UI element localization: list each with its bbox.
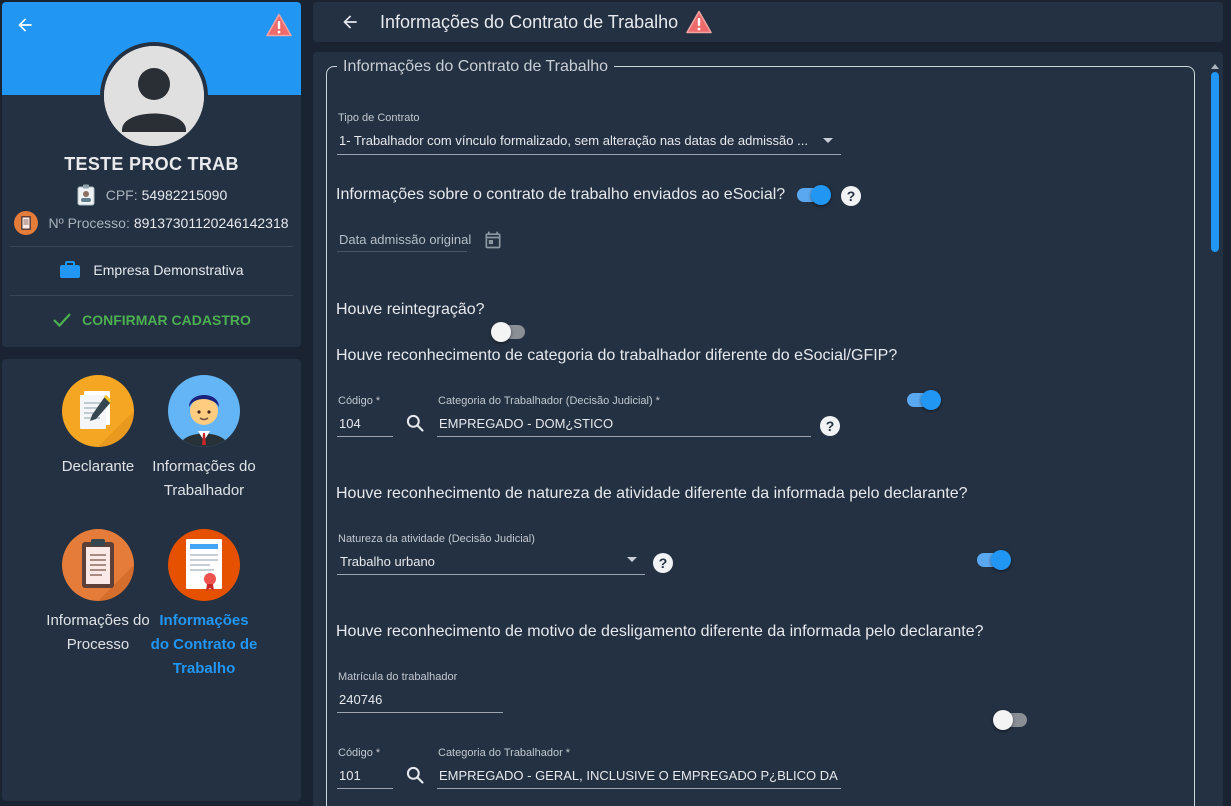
confirm-registration-button[interactable]: CONFIRMAR CADASTRO [2,312,301,328]
field-underline [437,436,811,437]
nav-item-contrato[interactable]: Informações do Contrato de Trabalho [149,529,259,681]
divider [10,295,293,296]
toggle-categoria[interactable] [905,389,941,411]
codigo-label: Código * [338,747,381,759]
company-name: Empresa Demonstrativa [93,262,244,278]
nav-item-declarante[interactable]: Declarante [43,375,153,479]
scrollbar-thumb[interactable] [1211,72,1219,252]
question-natureza: Houve reconhecimento de natureza de ativ… [336,485,968,502]
form-panel: Informações do Contrato de Trabalho Tipo… [313,52,1223,806]
toggle-reintegracao[interactable] [491,321,527,343]
cpf-line: CPF: 54982215090 [2,184,301,206]
field-underline [337,712,503,713]
worker-avatar-icon [168,375,240,447]
cpf-value: 54982215090 [141,187,228,203]
question-desligamento: Houve reconhecimento de motivo de deslig… [336,623,984,640]
warning-icon[interactable] [265,12,293,38]
check-icon [52,312,72,328]
field-underline [337,574,645,575]
calendar-icon[interactable] [483,230,503,255]
nav-label-declarante: Declarante [61,458,135,475]
briefcase-icon [59,261,81,279]
categoria-input[interactable]: EMPREGADO - GERAL, INCLUSIVE O EMPREGADO… [439,768,839,783]
cpf-label: CPF: [105,187,138,203]
toggle-esocial[interactable] [795,184,831,206]
field-underline [337,788,393,789]
chevron-down-icon[interactable] [627,557,637,562]
avatar [100,42,208,150]
data-admissao-input[interactable]: Data admissão original [339,232,471,247]
document-pen-icon [62,375,134,447]
tipo-contrato-select[interactable]: 1- Trabalhador com vínculo formalizado, … [339,133,809,148]
field-underline [437,788,841,789]
process-document-icon [14,211,39,235]
nav-item-trabalhador[interactable]: Informações do Trabalhador [149,375,259,503]
process-value: 89137301120246142318 [133,215,289,231]
search-icon[interactable] [405,413,425,438]
question-esocial: Informações sobre o contrato de trabalho… [336,186,786,203]
search-icon[interactable] [405,765,425,790]
page-title: Informações do Contrato de Trabalho [380,11,679,32]
warning-icon[interactable] [686,10,712,34]
company: Empresa Demonstrativa [2,261,301,279]
natureza-label: Natureza da atividade (Decisão Judicial) [338,533,535,545]
help-icon[interactable]: ? [841,186,861,206]
process-line: Nº Processo: 89137301120246142318 [2,211,301,235]
codigo-label: Código * [338,395,381,407]
contract-info-fieldset: Informações do Contrato de Trabalho Tipo… [326,58,1195,806]
codigo-input[interactable]: 104 [339,416,361,431]
profile-name: TESTE PROC TRAB [64,154,239,174]
toggle-desligamento[interactable] [993,709,1029,731]
fieldset-legend: Informações do Contrato de Trabalho [337,58,615,76]
toggle-natureza[interactable] [975,549,1011,571]
page-header: Informações do Contrato de Trabalho [313,2,1223,42]
chevron-down-icon[interactable] [823,138,833,143]
categoria-label: Categoria do Trabalhador * [438,747,571,759]
matricula-label: Matrícula do trabalhador [338,671,458,683]
clipboard-icon [62,529,134,601]
process-label: Nº Processo: [48,215,130,231]
scrollbar[interactable] [1211,58,1219,800]
codigo-input[interactable]: 101 [339,768,361,783]
scroll-up-icon[interactable] [1211,58,1219,69]
divider [10,246,293,247]
question-categoria: Houve reconhecimento de categoria do tra… [336,347,898,364]
profile-card: TESTE PROC TRAB CPF: 54982215090 Nº Proc… [2,2,301,347]
matricula-input[interactable]: 240746 [339,692,382,707]
categoria-judicial-input[interactable]: EMPREGADO - DOM¿STICO [439,416,809,431]
question-reintegracao: Houve reintegração? [336,301,485,318]
field-underline [337,251,467,252]
section-nav: Declarante Informações do Trabalhador In… [2,359,301,801]
categoria-judicial-label: Categoria do Trabalhador (Decisão Judici… [438,395,660,407]
natureza-select[interactable]: Trabalho urbano [340,554,610,569]
nav-label-processo: Informações do Processo [46,612,150,653]
id-badge-icon [76,184,96,206]
back-arrow-icon[interactable] [10,10,40,40]
help-icon[interactable]: ? [820,416,840,436]
help-icon[interactable]: ? [653,553,673,573]
tipo-contrato-label: Tipo de Contrato [338,112,420,124]
field-underline [337,436,393,437]
contract-certificate-icon [168,529,240,601]
nav-label-trabalhador: Informações do Trabalhador [152,458,256,499]
confirm-label: CONFIRMAR CADASTRO [82,312,251,328]
field-underline [337,154,841,155]
nav-item-processo[interactable]: Informações do Processo [43,529,153,657]
back-arrow-icon[interactable] [335,7,365,37]
nav-label-contrato: Informações do Contrato de Trabalho [150,612,258,677]
